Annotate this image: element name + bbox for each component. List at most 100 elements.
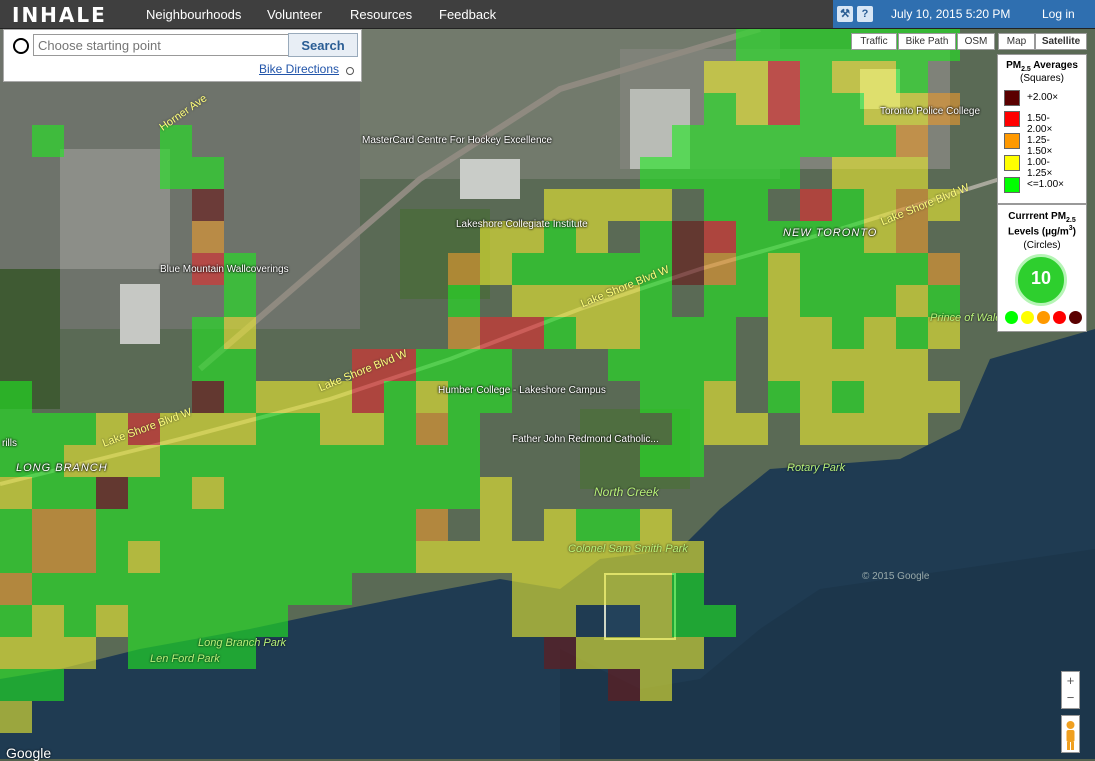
pm-square	[736, 189, 768, 221]
pm-square	[576, 189, 608, 221]
layer-osm-button[interactable]: OSM	[957, 33, 995, 50]
pm-square	[864, 157, 896, 189]
pm-square	[192, 413, 224, 445]
level-dot-orange	[1037, 311, 1050, 324]
pm-square	[32, 573, 64, 605]
pm-square	[160, 541, 192, 573]
pm-square	[0, 477, 32, 509]
pm-square	[704, 317, 736, 349]
pm-square	[672, 317, 704, 349]
nav-neighbourhoods[interactable]: Neighbourhoods	[146, 7, 241, 22]
layer-bike-path-button[interactable]: Bike Path	[898, 33, 956, 50]
pm-square	[704, 349, 736, 381]
street-view-pegman-icon[interactable]	[1061, 715, 1080, 753]
pm-square	[320, 477, 352, 509]
pm-square	[32, 477, 64, 509]
pm-square	[0, 541, 32, 573]
pm-square	[352, 381, 384, 413]
pm-square	[480, 541, 512, 573]
pm-square	[640, 445, 672, 477]
neighbourhood-label-new-toronto: NEW TORONTO	[783, 227, 878, 239]
inhale-logo[interactable]: INHALE	[12, 3, 107, 27]
pm-square	[704, 157, 736, 189]
pm-square	[576, 253, 608, 285]
layer-traffic-button[interactable]: Traffic	[851, 33, 897, 50]
pm-square	[96, 573, 128, 605]
pm-square	[224, 285, 256, 317]
pm-square	[192, 573, 224, 605]
pm-square	[608, 349, 640, 381]
help-icon[interactable]: ?	[857, 6, 873, 22]
pm-square	[544, 189, 576, 221]
pm-square	[704, 221, 736, 253]
pm-square	[512, 541, 544, 573]
pm-square	[256, 413, 288, 445]
pm-square	[160, 477, 192, 509]
bike-directions-link[interactable]: Bike Directions	[259, 62, 339, 76]
pm-square	[640, 509, 672, 541]
nav-volunteer[interactable]: Volunteer	[267, 7, 322, 22]
pm-square	[576, 317, 608, 349]
pm-square	[128, 445, 160, 477]
pm-square	[800, 285, 832, 317]
pm-square	[96, 541, 128, 573]
pm-square	[640, 349, 672, 381]
pm-square	[896, 253, 928, 285]
layer-map-button[interactable]: Map	[998, 33, 1035, 50]
pm-square	[640, 221, 672, 253]
pm-square	[384, 445, 416, 477]
pm-square	[736, 29, 768, 61]
pm-square	[160, 573, 192, 605]
pm-square	[192, 477, 224, 509]
place-label-rills: rills	[2, 438, 17, 449]
pm-averages-legend: PM2.5 Averages (Squares) +2.00× 1.50-2.0…	[997, 54, 1087, 204]
nav-feedback[interactable]: Feedback	[439, 7, 496, 22]
pm-square	[672, 605, 704, 637]
search-input[interactable]	[33, 34, 293, 56]
pm-square	[224, 477, 256, 509]
map-view[interactable]: Horner Ave MasterCard Centre For Hockey …	[0, 29, 1095, 759]
bike-directions-toggle-icon[interactable]	[346, 67, 354, 75]
pm-square	[416, 541, 448, 573]
pm-square	[768, 125, 800, 157]
pm-square	[672, 221, 704, 253]
pm-square	[448, 285, 480, 317]
pm-square	[384, 413, 416, 445]
pm-square	[224, 445, 256, 477]
zoom-out-button[interactable]: −	[1062, 690, 1079, 706]
legend-title: PM2.5 Averages	[1006, 60, 1078, 73]
pm-square	[416, 477, 448, 509]
level-dot-yellow	[1021, 311, 1034, 324]
login-link[interactable]: Log in	[1042, 7, 1075, 21]
pm-square	[512, 573, 544, 605]
pm-square	[704, 381, 736, 413]
pm-square	[352, 413, 384, 445]
current-pm-panel: Currrent PM2.5 Levels (µg/m3) (Circles) …	[997, 204, 1087, 332]
pm-square	[736, 285, 768, 317]
pm-square	[864, 125, 896, 157]
pm-square	[736, 125, 768, 157]
pm-square	[736, 413, 768, 445]
pm-square	[640, 637, 672, 669]
pm-square	[192, 157, 224, 189]
nav-resources[interactable]: Resources	[350, 7, 412, 22]
pm-square	[800, 381, 832, 413]
pm-square	[96, 477, 128, 509]
pm-square	[288, 509, 320, 541]
pm-square	[704, 93, 736, 125]
pm-square	[64, 477, 96, 509]
pm-square	[512, 253, 544, 285]
park-label-colonel-sam: Colonel Sam Smith Park	[568, 543, 688, 555]
pm-square	[896, 285, 928, 317]
search-button[interactable]: Search	[288, 33, 358, 57]
pm-square	[32, 509, 64, 541]
pm-square	[640, 285, 672, 317]
zoom-in-button[interactable]: +	[1062, 673, 1079, 689]
pm-square	[448, 445, 480, 477]
pm-square	[480, 477, 512, 509]
locate-icon[interactable]	[13, 38, 29, 54]
pm-square	[544, 637, 576, 669]
pm-square	[224, 381, 256, 413]
wrench-icon[interactable]: ⚒	[837, 6, 853, 22]
layer-satellite-button[interactable]: Satellite	[1035, 33, 1087, 50]
